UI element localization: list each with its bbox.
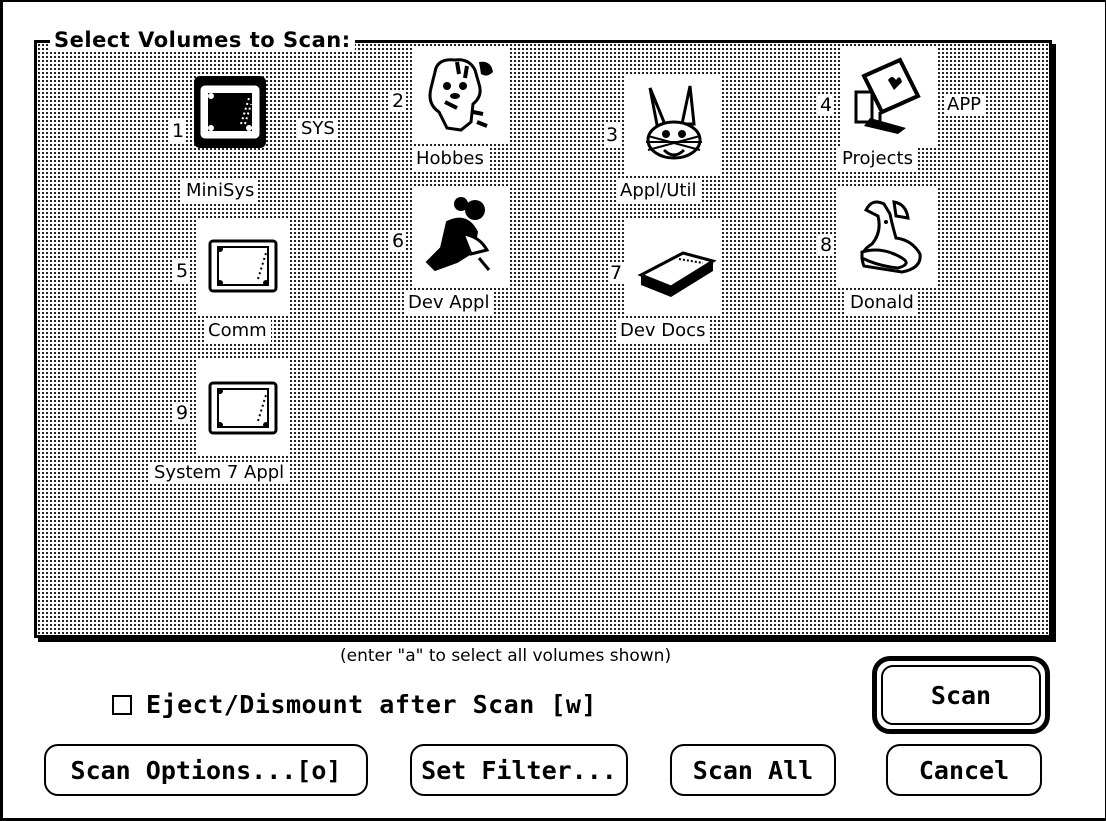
computer-heart-icon [840, 48, 938, 146]
scan-options-button[interactable]: Scan Options...[o] [44, 744, 368, 796]
volume-number: 1 [170, 120, 187, 142]
volume-number: 6 [390, 230, 407, 252]
panel-title: Select Volumes to Scan: [50, 28, 355, 52]
volume-label: Appl/Util [616, 180, 701, 202]
volume-number: 7 [608, 262, 625, 284]
tiger-cartoon-icon [412, 48, 508, 144]
rabbit-cartoon-icon [624, 76, 722, 174]
cancel-button[interactable]: Cancel [886, 744, 1042, 796]
volume-label: Donald [846, 292, 918, 314]
hard-disk-icon [196, 360, 290, 456]
volume-number: 2 [390, 90, 407, 112]
duck-cartoon-icon [838, 188, 936, 286]
select-all-hint: (enter "a" to select all volumes shown) [340, 646, 672, 666]
volume-label: Hobbes [412, 148, 488, 170]
scan-button-label: Scan [930, 680, 992, 710]
set-filter-button[interactable]: Set Filter... [410, 744, 628, 796]
volume-number: 5 [174, 260, 191, 282]
scan-all-button-label: Scan All [692, 755, 814, 785]
hard-disk-icon [196, 218, 290, 314]
scan-options-button-label: Scan Options...[o] [70, 755, 342, 785]
cancel-button-label: Cancel [918, 755, 1010, 785]
eject-checkbox-label[interactable]: Eject/Dismount after Scan [w] [146, 690, 597, 719]
volume-number: 4 [818, 94, 835, 116]
volume-label: System 7 Appl [150, 462, 289, 484]
volume-label: Dev Appl [404, 292, 494, 314]
set-filter-button-label: Set Filter... [421, 755, 617, 785]
volume-tag: APP [944, 94, 985, 116]
volume-label: Dev Docs [616, 320, 710, 342]
book-icon [626, 220, 722, 316]
eject-checkbox[interactable] [112, 694, 132, 715]
mouse-cartoon-icon [412, 188, 508, 286]
volume-label: Projects [838, 148, 917, 170]
volume-tag: SYS [298, 118, 338, 140]
volume-number: 9 [174, 402, 191, 424]
scan-button[interactable]: Scan [872, 656, 1050, 734]
eject-checkbox-row[interactable]: Eject/Dismount after Scan [w] [112, 690, 597, 719]
volume-number: 3 [604, 124, 621, 146]
volume-label: MiniSys [182, 180, 259, 202]
volume-number: 8 [818, 234, 835, 256]
scan-all-button[interactable]: Scan All [670, 744, 836, 796]
volume-label: Comm [204, 320, 271, 342]
hard-disk-icon [194, 76, 266, 148]
